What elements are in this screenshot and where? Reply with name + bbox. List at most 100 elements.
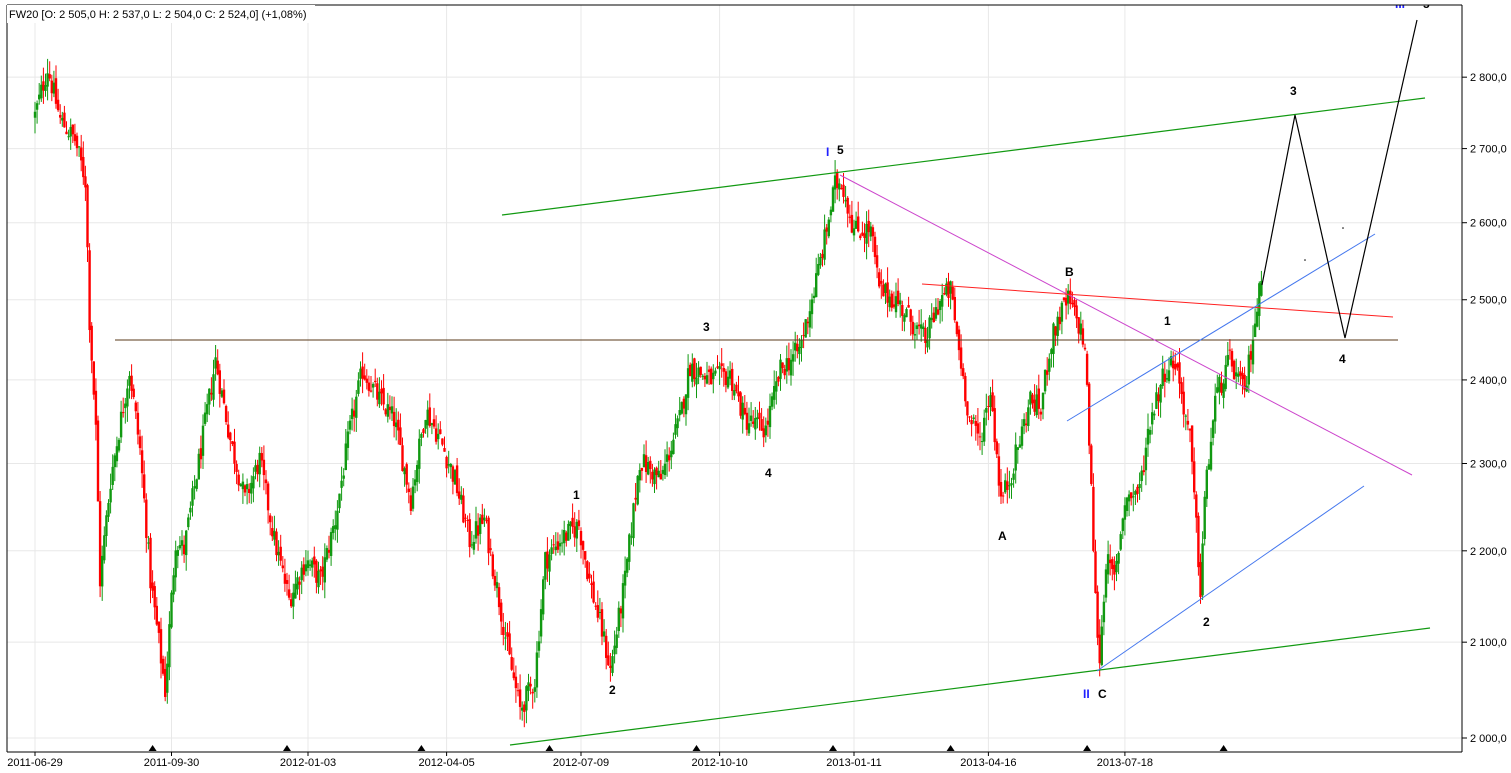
candle-up: [1020, 426, 1024, 446]
candle-up: [33, 111, 37, 118]
candle-down: [82, 156, 85, 178]
candle-down: [319, 569, 322, 572]
candle-down: [143, 474, 146, 499]
candle-up: [1018, 444, 1022, 448]
candle-down: [1039, 411, 1043, 415]
candle-down: [248, 488, 251, 494]
candle-down: [182, 544, 186, 555]
candle-down: [138, 436, 142, 449]
event-marker-triangle: [417, 745, 426, 751]
candle-up: [1226, 354, 1229, 366]
candle-up: [147, 542, 150, 544]
candle-up: [334, 525, 337, 529]
candle-down: [458, 491, 461, 499]
candle-up: [525, 686, 528, 711]
candle-up: [453, 470, 457, 485]
candle-down: [619, 608, 623, 614]
candle-up: [938, 300, 942, 311]
candle-down: [724, 371, 728, 385]
candle-down: [745, 412, 749, 430]
candle-up: [817, 263, 820, 275]
candle-down: [644, 455, 648, 473]
candle-up: [180, 540, 184, 546]
candle-up: [46, 73, 49, 87]
candle-up: [680, 402, 683, 414]
candle-up: [676, 418, 679, 429]
candle-up: [300, 567, 303, 581]
candle-down: [279, 546, 282, 561]
candle-up: [61, 117, 64, 121]
candle-up: [1029, 391, 1032, 405]
candle-down: [991, 392, 994, 412]
candle-down: [710, 368, 713, 385]
candle-down: [1088, 383, 1091, 446]
red-trend-line: [921, 283, 1394, 318]
candle-up: [791, 354, 795, 362]
candle-up: [424, 420, 427, 429]
wave-label-B: B: [1065, 265, 1074, 279]
candle-up: [653, 469, 656, 485]
candle-up: [1104, 569, 1108, 598]
candle-down: [796, 343, 799, 352]
candle-up: [348, 420, 352, 430]
candle-up: [754, 417, 757, 430]
candle-up: [1151, 412, 1154, 425]
candle-down: [432, 419, 436, 427]
candle-up: [355, 396, 358, 418]
candle-down: [514, 676, 518, 689]
candle-up: [894, 296, 898, 313]
candle-up: [548, 554, 551, 572]
candle-up: [304, 564, 308, 572]
candle-up: [166, 663, 169, 693]
candle-down: [445, 456, 448, 469]
candle-up: [311, 560, 314, 568]
candle-down: [502, 626, 505, 636]
candle-up: [726, 376, 730, 388]
event-marker-triangle: [1219, 745, 1228, 751]
candle-down: [806, 321, 809, 324]
candle-down: [1058, 316, 1061, 325]
candle-down: [962, 368, 965, 377]
candle-down: [1228, 349, 1232, 351]
wave-label-II: II: [1083, 687, 1090, 701]
candle-up: [838, 183, 841, 190]
candle-down: [758, 412, 761, 419]
candle-up: [539, 609, 543, 637]
candle-down: [233, 441, 236, 464]
candle-up: [665, 454, 669, 462]
candle-up: [642, 454, 646, 468]
x-tick-label: 2013-01-11: [826, 757, 881, 769]
wave-label-4: 4: [765, 466, 772, 480]
candle-down: [581, 541, 585, 550]
candle-up: [1106, 554, 1110, 575]
candle-down: [886, 282, 889, 303]
candle-down: [1025, 423, 1028, 425]
candle-up: [558, 543, 562, 547]
candle-down: [485, 520, 488, 522]
candle-down: [867, 220, 870, 233]
candle-up: [1201, 543, 1204, 596]
candle-down: [222, 389, 226, 404]
candle-down: [1085, 353, 1089, 385]
candle-down: [821, 253, 824, 258]
candle-down: [846, 197, 849, 214]
candle-down: [1239, 371, 1242, 376]
candle-down: [90, 325, 93, 361]
candle-down: [86, 185, 89, 248]
candle-up: [1155, 392, 1158, 409]
candle-up: [1014, 444, 1017, 471]
candle-down: [298, 581, 301, 585]
candle-down: [787, 358, 791, 371]
candle-up: [550, 547, 553, 555]
candle-up: [338, 493, 341, 509]
candle-up: [178, 545, 182, 549]
candle-down: [231, 441, 234, 444]
candle-down: [48, 74, 51, 79]
candle-down: [1081, 328, 1085, 345]
candle-up: [623, 570, 627, 586]
candle-up: [657, 470, 660, 478]
candle-down: [607, 655, 610, 666]
candle-up: [113, 455, 116, 468]
candle-up: [602, 631, 606, 637]
candle-down: [384, 409, 387, 415]
